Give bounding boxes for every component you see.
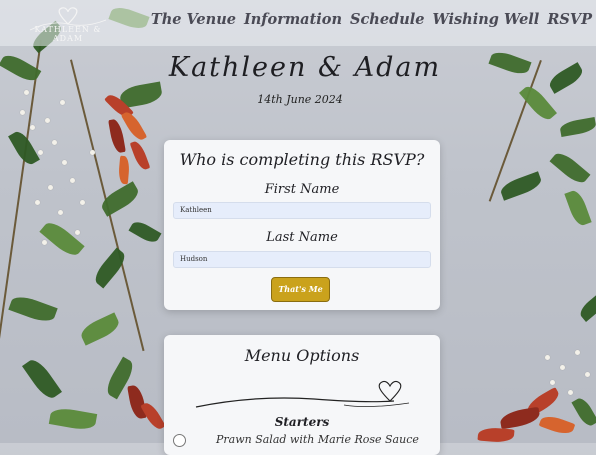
nav-item-rsvp[interactable]: RSVP [547,11,592,28]
menu-options-card: Menu Options Starters Prawn Salad with M… [164,335,440,455]
starters-heading: Starters [274,415,330,429]
last-name-label: Last Name [266,230,338,245]
main-nav: The Venue Information Schedule Wishing W… [151,11,592,28]
rsvp-identity-card: Who is completing this RSVP? First Name … [164,140,440,310]
top-navigation-bar: KATHLEEN & ADAM The Venue Information Sc… [0,0,596,46]
logo-text: KATHLEEN & ADAM [34,25,102,43]
thats-me-button[interactable]: That's Me [271,277,330,302]
nav-item-schedule[interactable]: Schedule [350,11,424,28]
nav-item-wishing-well[interactable]: Wishing Well [432,11,539,28]
first-name-label: First Name [264,182,340,197]
last-name-input[interactable]: Hudson [173,251,431,268]
starter-option-label: Prawn Salad with Marie Rose Sauce [216,433,419,446]
couple-names-title: Kathleen & Adam [168,52,442,83]
wedding-date: 14th June 2024 [257,93,343,106]
nav-item-information[interactable]: Information [244,11,342,28]
nav-item-the-venue[interactable]: The Venue [151,11,236,28]
first-name-input[interactable]: Kathleen [173,202,431,219]
heart-divider-icon [195,380,410,408]
menu-card-title: Menu Options [244,346,360,365]
rsvp-card-title: Who is completing this RSVP? [179,150,425,169]
site-logo[interactable]: KATHLEEN & ADAM [20,6,116,43]
starter-option-radio[interactable] [173,434,186,447]
